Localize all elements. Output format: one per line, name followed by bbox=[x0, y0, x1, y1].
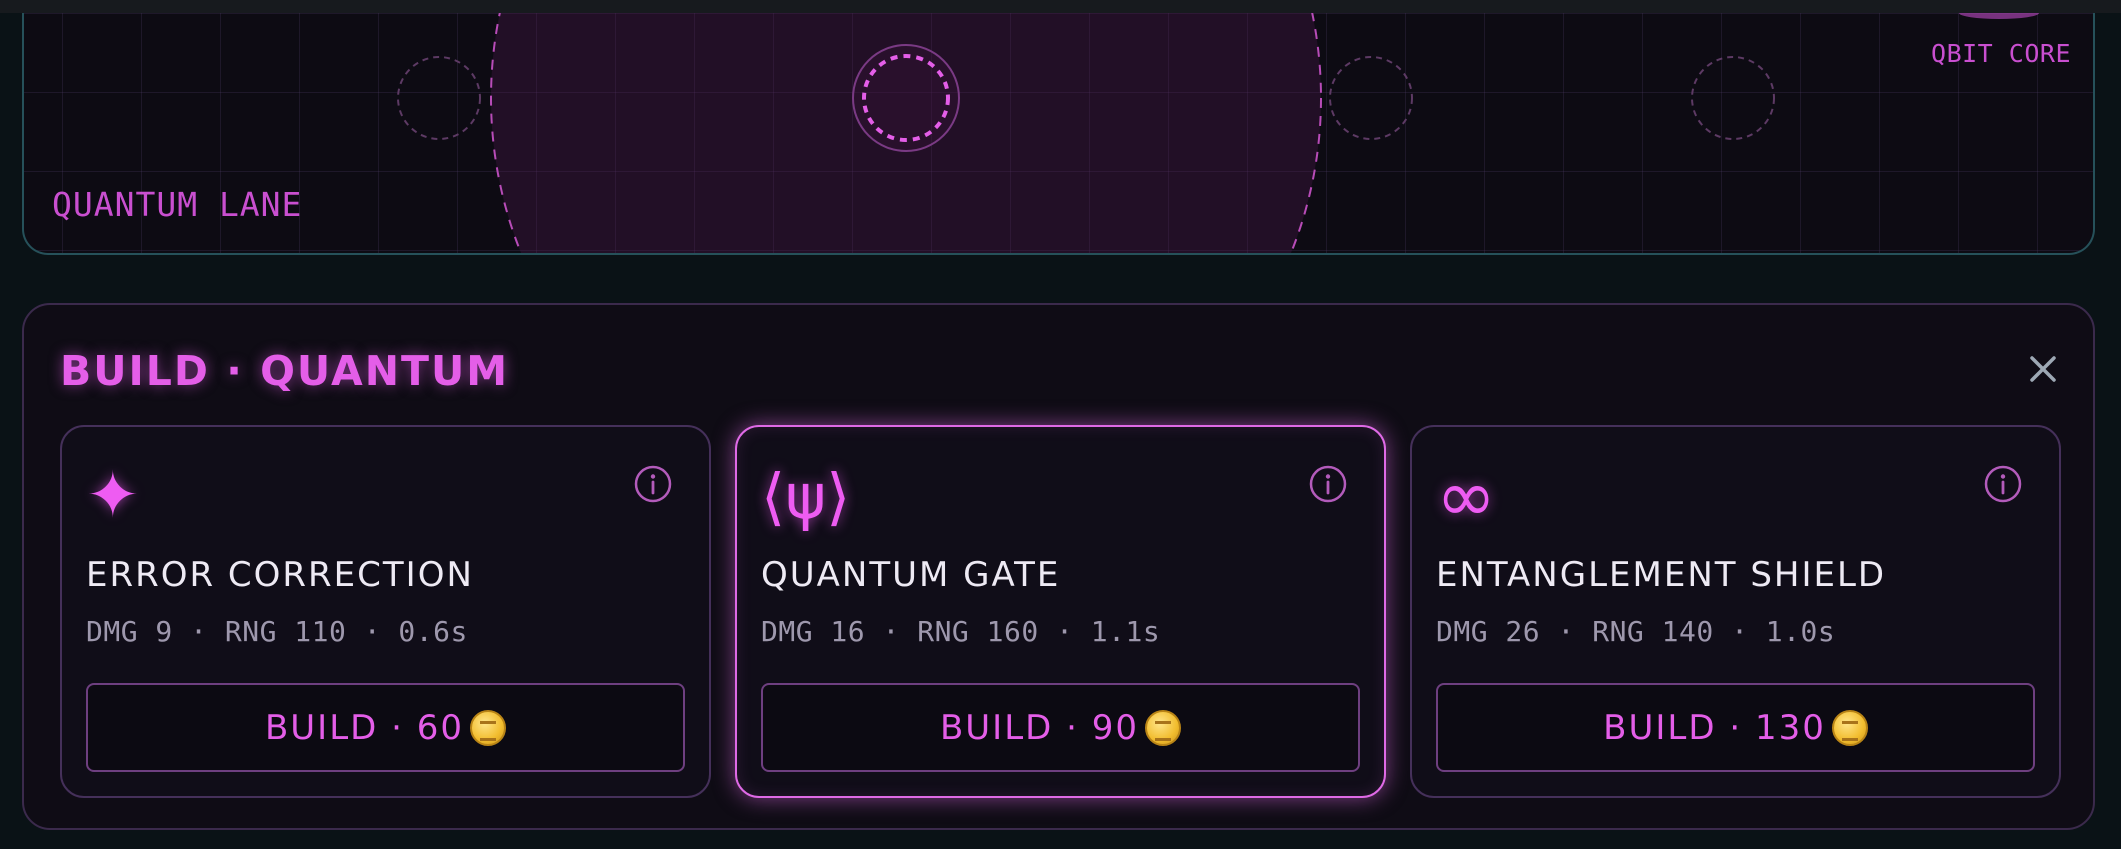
tower-card-error-correction[interactable]: ✦ ERROR CORRECTION DMG 9 · RNG 110 · 0.6… bbox=[60, 425, 711, 798]
tower-stats: DMG 9 · RNG 110 · 0.6s bbox=[86, 615, 468, 648]
build-slot-1 bbox=[397, 56, 481, 140]
coin-icon bbox=[1145, 709, 1182, 746]
build-button[interactable]: BUILD · 90 bbox=[761, 683, 1360, 772]
build-button-label: BUILD · 90 bbox=[939, 707, 1140, 748]
close-icon[interactable] bbox=[2021, 347, 2065, 391]
infinity-icon: ∞ bbox=[1436, 454, 1496, 538]
quantum-lane[interactable]: QBIT CORE QUANTUM LANE bbox=[22, 13, 2095, 255]
build-panel: BUILD · QUANTUM ✦ ERROR CORRECTION DMG 9… bbox=[22, 303, 2095, 830]
tower-name: QUANTUM GATE bbox=[761, 555, 1061, 595]
coin-icon bbox=[1831, 709, 1868, 746]
build-slot-3 bbox=[1329, 56, 1413, 140]
info-icon[interactable] bbox=[1983, 464, 2023, 504]
qbit-core-label: QBIT CORE bbox=[1931, 39, 2071, 68]
lane-overlay bbox=[397, 13, 2039, 253]
tower-stats: DMG 16 · RNG 160 · 1.1s bbox=[761, 615, 1161, 648]
build-button-label: BUILD · 130 bbox=[1603, 707, 1826, 748]
sparkle-icon: ✦ bbox=[86, 459, 140, 533]
tower-name: ENTANGLEMENT SHIELD bbox=[1436, 555, 1887, 595]
qbit-core-glow bbox=[1959, 13, 2039, 19]
build-button[interactable]: BUILD · 60 bbox=[86, 683, 685, 772]
build-slot-selected bbox=[852, 44, 960, 152]
top-bar bbox=[0, 0, 2121, 13]
tower-stats: DMG 26 · RNG 140 · 1.0s bbox=[1436, 615, 1836, 648]
tower-name: ERROR CORRECTION bbox=[86, 555, 474, 595]
info-icon[interactable] bbox=[633, 464, 673, 504]
build-button-label: BUILD · 60 bbox=[264, 707, 465, 748]
coin-icon bbox=[470, 709, 507, 746]
tower-card-entanglement-shield[interactable]: ∞ ENTANGLEMENT SHIELD DMG 26 · RNG 140 ·… bbox=[1410, 425, 2061, 798]
lane-label: QUANTUM LANE bbox=[52, 185, 303, 224]
psi-ket-icon: ⟨ψ⟩ bbox=[761, 459, 851, 533]
build-slot-4 bbox=[1691, 56, 1775, 140]
panel-title: BUILD · QUANTUM bbox=[60, 347, 510, 395]
build-button[interactable]: BUILD · 130 bbox=[1436, 683, 2035, 772]
info-icon[interactable] bbox=[1308, 464, 1348, 504]
tower-card-quantum-gate[interactable]: ⟨ψ⟩ QUANTUM GATE DMG 16 · RNG 160 · 1.1s… bbox=[735, 425, 1386, 798]
